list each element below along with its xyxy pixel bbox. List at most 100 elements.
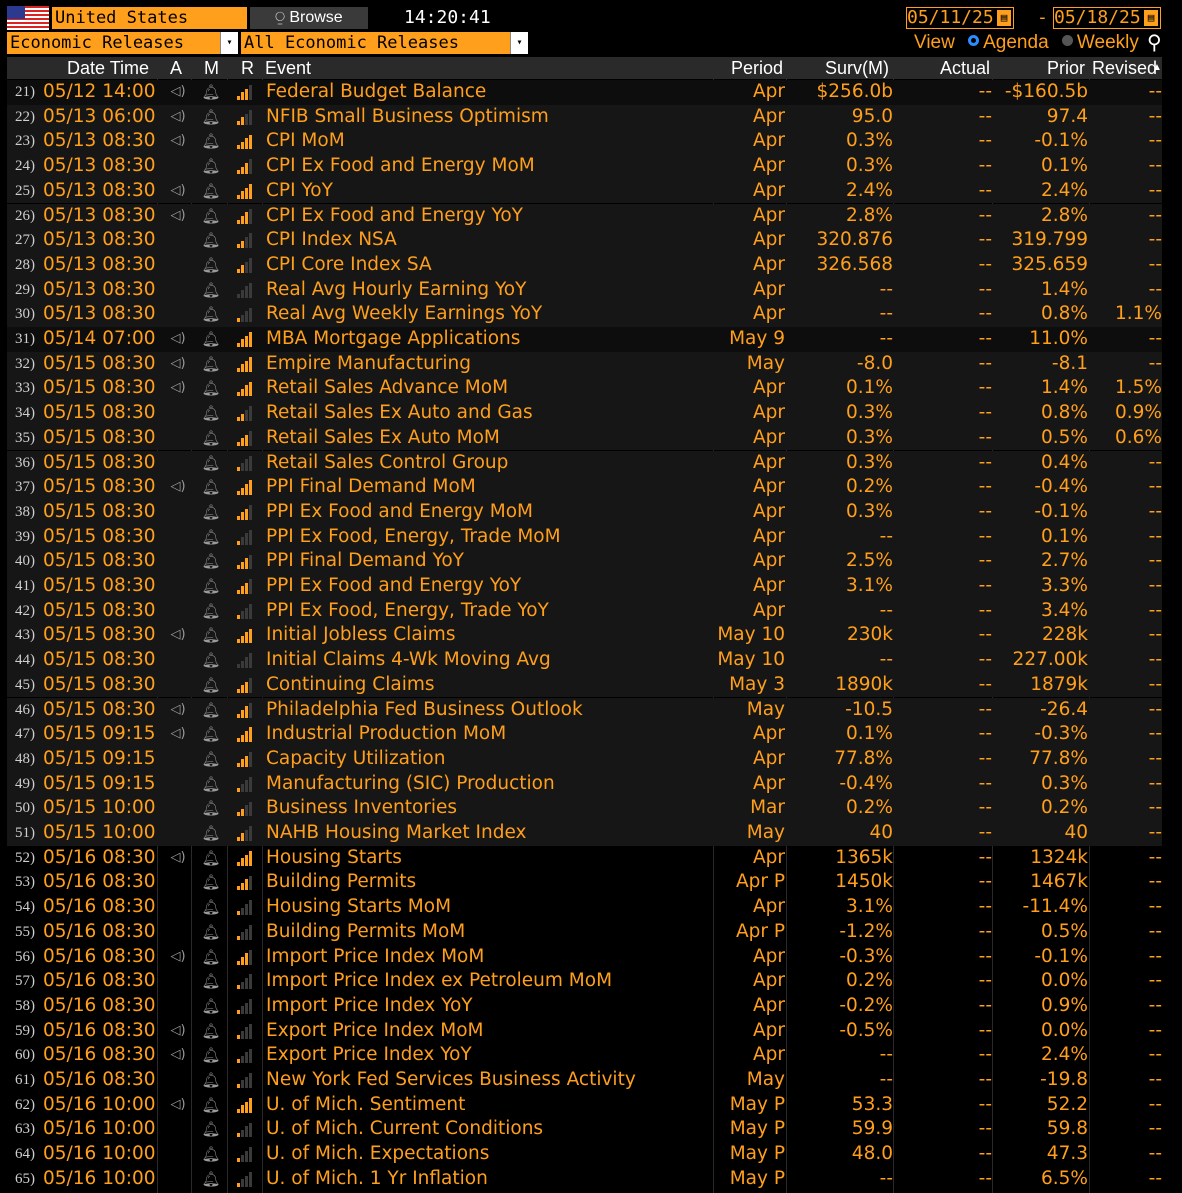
col-datetime[interactable]: Date Time [67,57,149,79]
table-row[interactable]: 43) 05/15 08:30 ◁) 🔔︎ Initial Jobless Claims… [7,623,1162,649]
speaker-icon[interactable] [168,747,188,772]
bell-icon[interactable]: 🔔︎ [201,80,221,105]
weekly-radio[interactable] [1061,35,1073,47]
event-name[interactable]: NFIB Small Business Optimism [266,105,549,130]
col-surv[interactable]: Surv(M) [789,57,889,79]
table-row[interactable]: 37) 05/15 08:30 ◁) 🔔︎ PPI Final Demand MoM Ap… [7,475,1162,500]
event-name[interactable]: Import Price Index ex Petroleum MoM [266,969,612,994]
table-row[interactable]: 25) 05/13 08:30 ◁) 🔔︎ CPI YoY Apr 2.4% -- 2.4% -- [7,178,1162,204]
speaker-icon[interactable] [168,154,188,179]
row-number[interactable]: 33) [7,376,35,401]
event-name[interactable]: New York Fed Services Business Activity [266,1068,636,1093]
col-period[interactable]: Period [713,57,783,79]
row-number[interactable]: 54) [7,895,35,920]
bell-icon[interactable]: 🔔︎ [201,599,221,624]
scrollbar[interactable] [1163,57,1182,1193]
row-number[interactable]: 31) [7,327,35,352]
table-row[interactable]: 56) 05/16 08:30 ◁) 🔔︎ Import Price Index MoM… [7,945,1162,970]
bell-icon[interactable]: 🔔︎ [201,228,221,253]
event-name[interactable]: Housing Starts [266,846,402,871]
table-row[interactable]: 30) 05/13 08:30 🔔︎ Real Avg Weekly Earnings… [7,302,1162,327]
subcategory-select[interactable]: All Economic Releases ▾ [241,32,528,54]
event-name[interactable]: PPI Final Demand YoY [266,549,464,574]
bell-icon[interactable]: 🔔︎ [201,278,221,303]
speaker-icon[interactable] [168,772,188,797]
speaker-icon[interactable] [168,648,188,673]
event-name[interactable]: Retail Sales Advance MoM [266,376,508,401]
event-name[interactable]: MBA Mortgage Applications [266,327,520,352]
speaker-icon[interactable] [168,253,188,278]
table-row[interactable]: 23) 05/13 08:30 ◁) 🔔︎ CPI MoM Apr 0.3% -- -0.1% -… [7,129,1162,155]
table-row[interactable]: 24) 05/13 08:30 🔔︎ CPI Ex Food and Energy M… [7,154,1162,179]
speaker-icon[interactable]: ◁) [168,623,188,648]
row-number[interactable]: 61) [7,1068,35,1093]
speaker-icon[interactable] [168,1117,188,1142]
chevron-down-icon[interactable]: ▾ [220,32,238,54]
speaker-icon[interactable]: ◁) [168,722,188,747]
table-row[interactable]: 42) 05/15 08:30 🔔︎ PPI Ex Food, Energy, Tra… [7,598,1162,624]
bell-icon[interactable]: 🔔︎ [201,945,221,970]
speaker-icon[interactable]: ◁) [168,945,188,970]
event-name[interactable]: PPI Ex Food, Energy, Trade MoM [266,525,561,550]
bell-icon[interactable]: 🔔︎ [201,401,221,426]
bell-icon[interactable]: 🔔︎ [201,623,221,648]
event-name[interactable]: U. of Mich. Expectations [266,1142,489,1167]
bell-icon[interactable]: 🔔︎ [201,722,221,747]
table-row[interactable]: 26) 05/13 08:30 ◁) 🔔︎ CPI Ex Food and Energy… [7,203,1162,229]
table-row[interactable]: 51) 05/15 10:00 🔔︎ NAHB Housing Market Inde… [7,821,1162,846]
table-row[interactable]: 28) 05/13 08:30 🔔︎ CPI Core Index SA Apr 326.… [7,252,1162,278]
event-name[interactable]: NAHB Housing Market Index [266,821,526,846]
bell-icon[interactable]: 🔔︎ [201,253,221,278]
speaker-icon[interactable]: ◁) [168,1019,188,1044]
table-row[interactable]: 38) 05/15 08:30 🔔︎ PPI Ex Food and Energy M… [7,499,1162,525]
bell-icon[interactable]: 🔔︎ [201,846,221,871]
table-row[interactable]: 29) 05/13 08:30 🔔︎ Real Avg Hourly Earning … [7,277,1162,303]
table-row[interactable]: 33) 05/15 08:30 ◁) 🔔︎ Retail Sales Advance M… [7,376,1162,402]
row-number[interactable]: 64) [7,1142,35,1167]
row-number[interactable]: 56) [7,945,35,970]
speaker-icon[interactable] [168,895,188,920]
row-number[interactable]: 58) [7,994,35,1019]
event-name[interactable]: Industrial Production MoM [266,722,506,747]
row-number[interactable]: 32) [7,352,35,377]
event-name[interactable]: CPI YoY [266,179,333,204]
event-name[interactable]: PPI Final Demand MoM [266,475,476,500]
event-name[interactable]: U. of Mich. 1 Yr Inflation [266,1167,488,1192]
speaker-icon[interactable] [168,796,188,821]
calendar-icon[interactable]: ▤ [1144,10,1158,26]
row-number[interactable]: 25) [7,179,35,204]
weekly-label[interactable]: Weekly [1077,32,1139,53]
bell-icon[interactable]: 🔔︎ [201,895,221,920]
speaker-icon[interactable] [168,1142,188,1167]
speaker-icon[interactable]: ◁) [168,846,188,871]
bell-icon[interactable]: 🔔︎ [201,1068,221,1093]
row-number[interactable]: 63) [7,1117,35,1142]
event-name[interactable]: Real Avg Hourly Earning YoY [266,278,526,303]
row-number[interactable]: 59) [7,1019,35,1044]
row-number[interactable]: 23) [7,129,35,154]
col-event[interactable]: Event [265,57,311,79]
pin-icon[interactable]: ⚲ [1147,30,1162,54]
event-name[interactable]: CPI Ex Food and Energy MoM [266,154,535,179]
row-number[interactable]: 21) [7,80,35,105]
table-row[interactable]: 44) 05/15 08:30 🔔︎ Initial Claims 4-Wk Movi… [7,648,1162,673]
table-row[interactable]: 48) 05/15 09:15 🔔︎ Capacity Utilization Apr 7… [7,746,1162,772]
table-row[interactable]: 61) 05/16 08:30 🔔︎ New York Fed Services Bu… [7,1068,1162,1093]
col-r[interactable]: R [241,57,254,79]
bell-icon[interactable]: 🔔︎ [201,796,221,821]
row-number[interactable]: 60) [7,1043,35,1068]
bell-icon[interactable]: 🔔︎ [201,698,221,723]
row-number[interactable]: 27) [7,228,35,253]
event-name[interactable]: Federal Budget Balance [266,80,486,105]
col-m[interactable]: M [204,57,219,79]
bell-icon[interactable]: 🔔︎ [201,525,221,550]
bell-icon[interactable]: 🔔︎ [201,204,221,229]
event-name[interactable]: Building Permits [266,870,416,895]
event-name[interactable]: CPI Ex Food and Energy YoY [266,204,523,229]
speaker-icon[interactable]: ◁) [168,105,188,130]
event-name[interactable]: PPI Ex Food, Energy, Trade YoY [266,599,549,624]
table-row[interactable]: 45) 05/15 08:30 🔔︎ Continuing Claims May 3 18… [7,672,1162,698]
bell-icon[interactable]: 🔔︎ [201,969,221,994]
bell-icon[interactable]: 🔔︎ [201,870,221,895]
row-number[interactable]: 48) [7,747,35,772]
